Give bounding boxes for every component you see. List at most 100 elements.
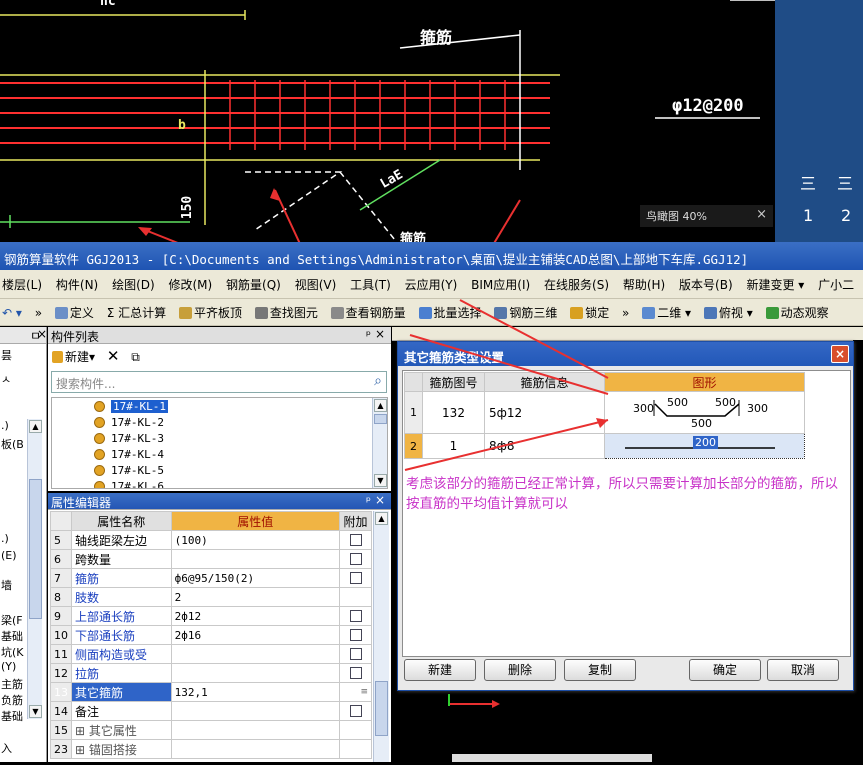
close-icon[interactable]: ×: [37, 327, 47, 341]
menu-item-tools[interactable]: 工具(T): [350, 278, 391, 292]
property-row[interactable]: 12 拉筋: [50, 663, 372, 683]
append-checkbox[interactable]: [349, 629, 362, 641]
dim-input[interactable]: 200: [693, 436, 718, 449]
nav-item[interactable]: .): [1, 532, 9, 545]
property-row[interactable]: 9 上部通长筋 2ф12: [50, 606, 372, 626]
append-checkbox[interactable]: [349, 610, 362, 622]
property-value[interactable]: [170, 663, 341, 683]
align-slab-top-button[interactable]: 平齐板顶: [178, 306, 242, 320]
tree-item[interactable]: 17#-KL-3: [94, 432, 164, 445]
menu-item-view[interactable]: 视图(V): [295, 278, 337, 292]
cancel-button[interactable]: 取消: [767, 659, 839, 681]
nav-item[interactable]: 负筋: [1, 692, 23, 708]
stirrup-info[interactable]: 5ф12: [484, 391, 605, 434]
menu-item-bim[interactable]: BIM应用(I): [471, 278, 530, 292]
dynamic-observe-button[interactable]: 动态观察: [765, 306, 829, 320]
close-icon[interactable]: ×: [831, 345, 849, 363]
property-value[interactable]: [170, 701, 341, 721]
append-checkbox[interactable]: [349, 534, 362, 546]
menu-icon-2[interactable]: 三: [837, 170, 853, 194]
lock-button[interactable]: 锁定: [570, 306, 609, 320]
property-group-row[interactable]: 23 ⊞ 锚固搭接: [50, 739, 372, 759]
property-row[interactable]: 7 箍筋 ф6@95/150(2): [50, 568, 372, 588]
scroll-down-icon[interactable]: ▼: [374, 474, 387, 487]
tree-item[interactable]: 17#-KL-4: [94, 448, 164, 461]
close-icon[interactable]: ×: [375, 327, 385, 341]
nav-item[interactable]: 基础: [1, 628, 23, 644]
toolbar-overflow-icon[interactable]: »: [35, 306, 42, 320]
nav-item[interactable]: 梁(F: [1, 612, 23, 628]
close-icon[interactable]: ×: [756, 207, 767, 222]
nav-item[interactable]: 昙: [1, 347, 12, 363]
menu-item-guang[interactable]: 广小二: [818, 278, 854, 292]
nav-item[interactable]: 基础: [1, 708, 23, 724]
new-button[interactable]: 新建: [404, 659, 476, 681]
stirrup-row-selected[interactable]: 2 1 8ф8 200: [404, 433, 805, 459]
tree-item[interactable]: 17#-KL-6: [94, 480, 164, 488]
property-value[interactable]: 2ф12: [170, 606, 341, 626]
stirrup-shape-cell[interactable]: 200: [604, 433, 805, 459]
stirrup-row[interactable]: 1 132 5ф12 300 500 500 300 500: [404, 391, 805, 434]
stirrup-info[interactable]: 8ф8: [484, 433, 605, 459]
append-checkbox[interactable]: [349, 648, 362, 660]
property-group-name[interactable]: ⊞ 其它属性: [71, 720, 172, 740]
search-icon[interactable]: ⌕: [374, 373, 382, 389]
menu-item-component[interactable]: 构件(N): [56, 278, 98, 292]
menu-item-draw[interactable]: 绘图(D): [112, 278, 155, 292]
scroll-thumb[interactable]: [375, 681, 388, 736]
property-scrollbar[interactable]: ▲: [373, 511, 389, 762]
scroll-up-icon[interactable]: ▲: [29, 420, 42, 433]
new-component-button[interactable]: 新建▾: [52, 350, 95, 364]
nav-item[interactable]: .): [1, 419, 9, 432]
bird-eye-view-tab[interactable]: 鸟瞰图 40% ×: [640, 205, 773, 227]
2d-dropdown[interactable]: 二维 ▾: [642, 306, 691, 320]
append-checkbox[interactable]: [349, 553, 362, 565]
pin-icon[interactable]: ᵖ: [366, 494, 371, 508]
menu-item-floor[interactable]: 楼层(L): [2, 278, 42, 292]
define-button[interactable]: 定义: [54, 306, 94, 320]
property-group-row[interactable]: 15 ⊞ 其它属性: [50, 720, 372, 740]
menu-item-new-change[interactable]: 新建变更 ▾: [746, 278, 804, 292]
property-row[interactable]: 5 轴线距梁左边 (100): [50, 530, 372, 550]
copy-icon[interactable]: ⧉: [131, 350, 140, 364]
page-number-2[interactable]: 2: [841, 206, 851, 225]
stirrup-shape-cell[interactable]: 300 500 500 300 500: [604, 391, 805, 434]
nav-scrollbar[interactable]: ▲ ▼: [27, 419, 42, 719]
nav-item[interactable]: (E): [1, 549, 17, 562]
toolbar-overflow-icon-2[interactable]: »: [622, 306, 629, 320]
property-value[interactable]: [170, 644, 341, 664]
nav-item[interactable]: 入: [1, 740, 12, 756]
page-number-1[interactable]: 1: [803, 206, 813, 225]
append-checkbox[interactable]: [349, 572, 362, 584]
property-value[interactable]: 2ф16: [170, 625, 341, 645]
property-value[interactable]: 2: [170, 587, 341, 607]
stirrup-fig-no[interactable]: 1: [422, 433, 485, 459]
view-rebar-qty-button[interactable]: 查看钢筋量: [330, 306, 406, 320]
menu-item-cloud[interactable]: 云应用(Y): [405, 278, 458, 292]
component-search-input[interactable]: 搜索构件... ⌕: [51, 371, 387, 393]
nav-item[interactable]: 坑(K: [1, 644, 24, 660]
copy-button[interactable]: 复制: [564, 659, 636, 681]
scroll-thumb[interactable]: [374, 414, 387, 424]
property-row[interactable]: 11 侧面构造或受: [50, 644, 372, 664]
nav-item[interactable]: (Y): [1, 660, 16, 673]
scroll-thumb[interactable]: [29, 479, 42, 619]
property-group-name[interactable]: ⊞ 锚固搭接: [71, 739, 172, 759]
drawing-canvas[interactable]: [392, 692, 863, 762]
batch-select-button[interactable]: 批量选择: [418, 306, 482, 320]
top-view-dropdown[interactable]: 俯视 ▾: [703, 306, 753, 320]
append-checkbox[interactable]: [349, 667, 362, 679]
pin-icon[interactable]: ᵖ: [366, 328, 371, 342]
menu-item-help[interactable]: 帮助(H): [623, 278, 665, 292]
find-element-button[interactable]: 查找图元: [254, 306, 318, 320]
property-value[interactable]: 132,1: [170, 682, 341, 702]
nav-item[interactable]: 板(B: [1, 436, 24, 452]
rebar-3d-button[interactable]: 钢筋三维: [494, 306, 557, 320]
property-row[interactable]: 8 肢数 2: [50, 587, 372, 607]
property-value[interactable]: (100): [170, 530, 341, 550]
scroll-up-icon[interactable]: ▲: [375, 512, 388, 525]
delete-button[interactable]: 删除: [484, 659, 556, 681]
menu-icon[interactable]: 三: [800, 170, 816, 194]
delete-icon[interactable]: ✕: [107, 347, 120, 365]
tree-item[interactable]: 17#-KL-1: [94, 400, 168, 413]
